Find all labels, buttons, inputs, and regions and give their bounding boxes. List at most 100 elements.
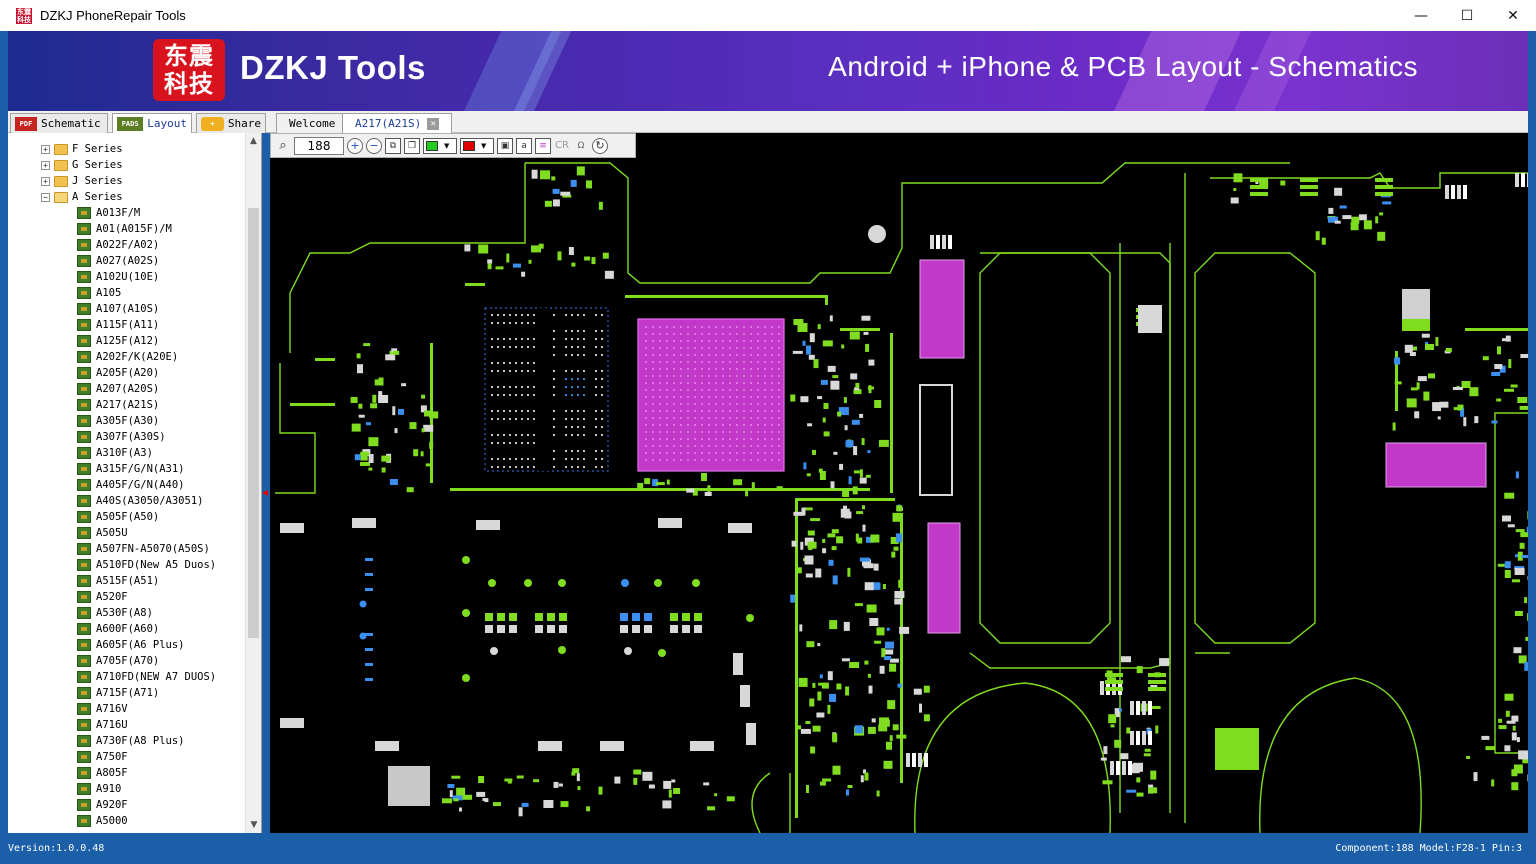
expand-icon[interactable]: + xyxy=(41,176,50,186)
tree-item-model[interactable]: A102U(10E) xyxy=(8,269,248,285)
scroll-thumb[interactable] xyxy=(248,208,259,638)
cr-button[interactable]: CR xyxy=(554,138,570,154)
tree-item-model[interactable]: A01(A015F)/M xyxy=(8,221,248,237)
scroll-down-icon[interactable]: ▼ xyxy=(246,817,261,833)
tree-folder-a-series[interactable]: − A Series xyxy=(8,189,248,205)
tree-item-model[interactable]: A027(A02S) xyxy=(8,253,248,269)
soc-ball xyxy=(679,346,683,350)
tree-item-model[interactable]: A750F xyxy=(8,749,248,765)
smd-pad xyxy=(1525,636,1528,641)
tree-item-model[interactable]: A530F(A8) xyxy=(8,605,248,621)
ohm-button[interactable]: Ω xyxy=(573,138,589,154)
tree-item-model[interactable]: A107(A10S) xyxy=(8,301,248,317)
layers-icon[interactable]: ▣ xyxy=(497,137,513,154)
green-via xyxy=(524,579,532,587)
line-color-dropdown[interactable]: ▼ xyxy=(460,137,494,154)
pcb-canvas[interactable]: ⌕ + − ⧉ ❐ ▼ ▼ ▣ a ≡ CR Ω ↻ xyxy=(270,133,1528,833)
tree-item-model[interactable]: A305F(A30) xyxy=(8,413,248,429)
tree-item-model[interactable]: A730F(A8 Plus) xyxy=(8,733,248,749)
tree-item-model[interactable]: A716U xyxy=(8,717,248,733)
text-icon[interactable]: a xyxy=(516,137,532,154)
tree-item-model[interactable]: A217(A21S) xyxy=(8,397,248,413)
tree-item-model[interactable]: A705F(A70) xyxy=(8,653,248,669)
smd-pad xyxy=(571,262,576,267)
soc-ball xyxy=(763,339,767,343)
tree-item-model[interactable]: A805F xyxy=(8,765,248,781)
close-button[interactable]: ✕ xyxy=(1490,0,1536,31)
tree-item-model[interactable]: A505F(A50) xyxy=(8,509,248,525)
tree-item-model[interactable]: A405F/G/N(A40) xyxy=(8,477,248,493)
tree-item-model[interactable]: A307F(A30S) xyxy=(8,429,248,445)
soc-ball xyxy=(742,332,746,336)
tree-folder-g-series[interactable]: + G Series xyxy=(8,157,248,173)
tree-scrollbar[interactable]: ▲ ▼ xyxy=(245,133,261,833)
tree-item-model[interactable]: A013F/M xyxy=(8,205,248,221)
tree-folder-f-series[interactable]: + F Series xyxy=(8,141,248,157)
tree-folder-j-series[interactable]: + J Series xyxy=(8,173,248,189)
tree-item-model[interactable]: A022F/A02) xyxy=(8,237,248,253)
soc-ball xyxy=(777,332,781,336)
doc-tab-welcome[interactable]: Welcome xyxy=(276,113,349,133)
tree-item-model[interactable]: A505U xyxy=(8,525,248,541)
expand-icon[interactable]: + xyxy=(41,144,50,154)
collapse-icon[interactable]: − xyxy=(41,192,50,202)
tree-item-model[interactable]: A520F xyxy=(8,589,248,605)
tab-share[interactable]: + Share xyxy=(196,113,266,133)
scroll-up-icon[interactable]: ▲ xyxy=(246,133,261,149)
tree-item-model[interactable]: A202F/K(A20E) xyxy=(8,349,248,365)
smd-pad xyxy=(859,477,867,484)
highlight-icon[interactable]: ≡ xyxy=(535,137,551,154)
tree-item-model[interactable]: A310F(A3) xyxy=(8,445,248,461)
zoom-input[interactable] xyxy=(294,136,344,155)
pcb-board-layout[interactable] xyxy=(270,133,1528,833)
soc-ball xyxy=(679,332,683,336)
minimize-button[interactable]: — xyxy=(1398,0,1444,31)
maximize-button[interactable]: ☐ xyxy=(1444,0,1490,31)
zoom-in-icon[interactable]: + xyxy=(347,137,363,154)
splitter-arrow-icon[interactable]: ◀ xyxy=(262,488,268,500)
tree-item-model[interactable]: A605F(A6 Plus) xyxy=(8,637,248,653)
tree-item-model[interactable]: A600F(A60) xyxy=(8,621,248,637)
copy-view-icon[interactable]: ❐ xyxy=(404,137,420,154)
soc-ball xyxy=(777,346,781,350)
tree-item-model[interactable]: A510FD(New A5 Duos) xyxy=(8,557,248,573)
tree-item-model[interactable]: A515F(A51) xyxy=(8,573,248,589)
fill-color-dropdown[interactable]: ▼ xyxy=(423,137,457,154)
tree-item-model[interactable]: A710FD(NEW A7 DUOS) xyxy=(8,669,248,685)
bga-ball xyxy=(514,337,518,341)
tree-item-model[interactable]: A207(A20S) xyxy=(8,381,248,397)
tree-item-model[interactable]: A716V xyxy=(8,701,248,717)
search-icon[interactable]: ⌕ xyxy=(275,138,291,154)
soc-ball xyxy=(714,451,718,455)
tab-layout[interactable]: PADS Layout xyxy=(112,113,192,133)
tree-item-model[interactable]: A40S(A3050/A3051) xyxy=(8,493,248,509)
tree-item-model[interactable]: A125F(A12) xyxy=(8,333,248,349)
rotate-icon[interactable]: ↻ xyxy=(592,137,608,154)
soc-ball xyxy=(728,388,732,392)
soc-ball xyxy=(763,332,767,336)
close-tab-icon[interactable]: ✕ xyxy=(427,117,440,130)
bga-ball xyxy=(582,425,586,429)
tree-item-model[interactable]: A205F(A20) xyxy=(8,365,248,381)
tree-item-model[interactable]: A920F xyxy=(8,797,248,813)
zoom-out-icon[interactable]: − xyxy=(366,137,382,154)
tree-item-model[interactable]: A507FN-A5070(A50S) xyxy=(8,541,248,557)
tab-schematic[interactable]: PDF Schematic xyxy=(10,113,108,133)
doc-tab-a217[interactable]: A217(A21S) ✕ xyxy=(342,113,453,133)
soc-ball xyxy=(728,430,732,434)
tree-item-model[interactable]: A115F(A11) xyxy=(8,317,248,333)
bga-ball xyxy=(526,417,530,421)
smd-pad xyxy=(1498,718,1503,723)
tree-item-model[interactable]: A105 xyxy=(8,285,248,301)
striped-part xyxy=(1142,731,1146,745)
smd-pad xyxy=(864,582,874,591)
tree-item-model[interactable]: A715F(A71) xyxy=(8,685,248,701)
soc-ball xyxy=(665,346,669,350)
tree-item-model[interactable]: A5000 xyxy=(8,813,248,829)
expand-icon[interactable]: + xyxy=(41,160,50,170)
fit-view-icon[interactable]: ⧉ xyxy=(385,137,401,154)
bga-ball xyxy=(526,465,530,469)
tree-item-model[interactable]: A315F/G/N(A31) xyxy=(8,461,248,477)
tree-item-model[interactable]: A910 xyxy=(8,781,248,797)
soc-ball xyxy=(686,395,690,399)
